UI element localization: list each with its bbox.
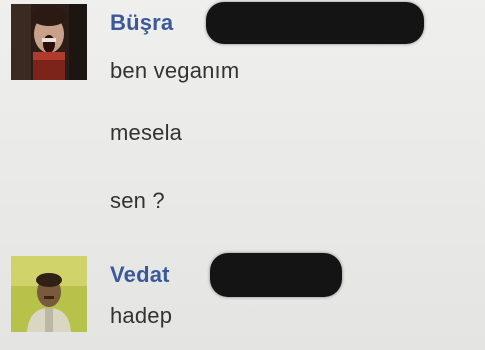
redaction-mark (210, 253, 342, 297)
message-text: sen ? (110, 188, 165, 213)
sender-name[interactable]: Vedat (110, 262, 170, 288)
sender-name[interactable]: Büşra (110, 10, 173, 36)
avatar[interactable] (11, 256, 87, 332)
message-text: mesela (110, 120, 183, 145)
message-text: hadep (110, 303, 173, 328)
avatar[interactable] (11, 4, 87, 80)
redaction-mark (206, 2, 424, 44)
chat-conversation: Büşra ben veganım mesela sen ? Vedat had… (0, 0, 485, 350)
message-group: Vedat hadep (0, 248, 485, 350)
profile-photo (11, 256, 87, 332)
message-group: Büşra ben veganım mesela sen ? (0, 0, 485, 248)
message-text: ben veganım (110, 58, 240, 83)
profile-photo (11, 4, 87, 80)
